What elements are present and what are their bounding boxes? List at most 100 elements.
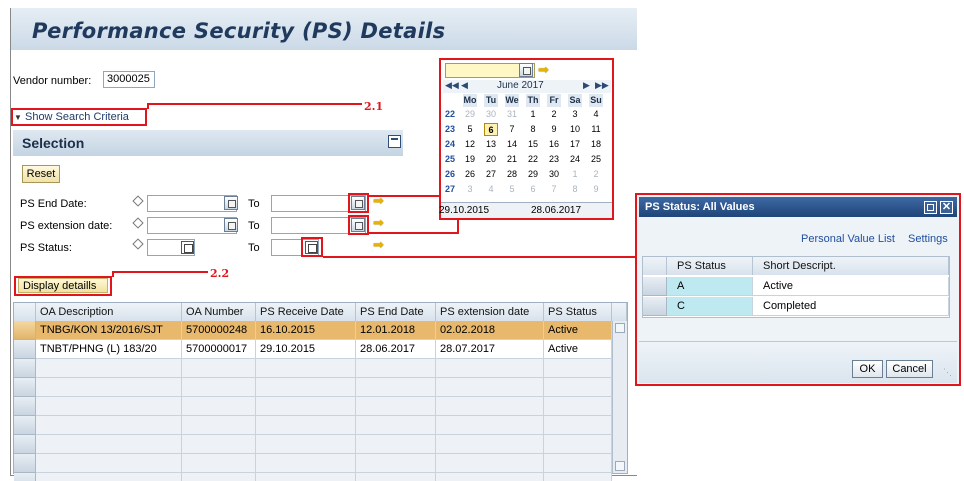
week-number[interactable]: 25 bbox=[443, 153, 457, 166]
week-number[interactable]: 23 bbox=[443, 123, 457, 136]
select-all-header[interactable] bbox=[14, 303, 36, 321]
calendar-day[interactable]: 29 bbox=[463, 108, 477, 121]
week-number[interactable]: 22 bbox=[443, 108, 457, 121]
column-header[interactable]: OA Description bbox=[36, 303, 182, 321]
calendar-day[interactable]: 1 bbox=[526, 108, 540, 121]
calendar-day[interactable]: 20 bbox=[484, 153, 498, 166]
calendar-day[interactable]: 4 bbox=[484, 183, 498, 196]
maximize-icon[interactable] bbox=[924, 201, 937, 214]
collapse-icon[interactable] bbox=[388, 135, 401, 148]
ok-button[interactable]: OK bbox=[852, 360, 883, 378]
multiple-selection-arrow-icon[interactable]: ➡ bbox=[373, 238, 384, 251]
select-all-header[interactable] bbox=[643, 257, 667, 275]
calendar-day[interactable]: 14 bbox=[505, 138, 519, 151]
calendar-day[interactable]: 15 bbox=[526, 138, 540, 151]
calendar-day[interactable]: 9 bbox=[547, 123, 561, 136]
row-selector[interactable] bbox=[643, 277, 667, 296]
calendar-day[interactable]: 3 bbox=[568, 108, 582, 121]
calendar-day[interactable]: 18 bbox=[589, 138, 603, 151]
row-selector[interactable] bbox=[14, 454, 36, 473]
calendar-day[interactable]: 31 bbox=[505, 108, 519, 121]
calendar-day[interactable]: 25 bbox=[589, 153, 603, 166]
week-number[interactable]: 24 bbox=[443, 138, 457, 151]
calendar-day[interactable]: 3 bbox=[463, 183, 477, 196]
column-header[interactable]: OA Number bbox=[182, 303, 256, 321]
close-icon[interactable]: ✕ bbox=[940, 201, 953, 214]
table-row[interactable] bbox=[14, 435, 612, 454]
table-row[interactable] bbox=[14, 378, 612, 397]
calendar-day[interactable]: 11 bbox=[589, 123, 603, 136]
calendar-day[interactable]: 6 bbox=[484, 123, 498, 136]
calendar-icon[interactable] bbox=[224, 218, 238, 232]
calendar-icon[interactable] bbox=[224, 196, 238, 210]
next-year-icon[interactable]: ▶▶ bbox=[595, 80, 609, 91]
resize-grip-icon[interactable]: ⋱ bbox=[943, 367, 952, 378]
calendar-day[interactable]: 23 bbox=[547, 153, 561, 166]
calendar-day[interactable]: 16 bbox=[547, 138, 561, 151]
calendar-day[interactable]: 19 bbox=[463, 153, 477, 166]
calendar-day[interactable]: 28 bbox=[505, 168, 519, 181]
row-selector[interactable] bbox=[14, 340, 36, 359]
row-selector[interactable] bbox=[14, 416, 36, 435]
vendor-number-field[interactable]: 3000025 bbox=[103, 71, 155, 88]
calendar-day[interactable]: 7 bbox=[547, 183, 561, 196]
calendar-day[interactable]: 30 bbox=[547, 168, 561, 181]
calendar-day[interactable]: 1 bbox=[568, 168, 582, 181]
row-selector[interactable] bbox=[14, 397, 36, 416]
calendar-icon[interactable] bbox=[519, 63, 533, 77]
calendar-day[interactable]: 2 bbox=[589, 168, 603, 181]
prev-year-icon[interactable]: ◀◀ bbox=[445, 80, 459, 91]
calendar-day[interactable]: 13 bbox=[484, 138, 498, 151]
calendar-day[interactable]: 24 bbox=[568, 153, 582, 166]
personal-value-list-link[interactable]: Personal Value List bbox=[801, 233, 895, 245]
week-number[interactable]: 27 bbox=[443, 183, 457, 196]
calendar-day[interactable]: 27 bbox=[484, 168, 498, 181]
row-selector[interactable] bbox=[14, 359, 36, 378]
column-header[interactable]: PS Status bbox=[667, 257, 753, 275]
table-row[interactable]: C Completed bbox=[643, 297, 949, 316]
row-selector[interactable] bbox=[14, 435, 36, 454]
calendar-day[interactable]: 2 bbox=[547, 108, 561, 121]
column-header[interactable]: PS Status bbox=[544, 303, 612, 321]
calendar-day[interactable]: 8 bbox=[568, 183, 582, 196]
table-row[interactable]: TNBT/PHNG (L) 183/20 5700000017 29.10.20… bbox=[14, 340, 612, 359]
table-row[interactable] bbox=[14, 359, 612, 378]
calendar-day[interactable]: 7 bbox=[505, 123, 519, 136]
table-row[interactable]: A Active bbox=[643, 277, 949, 296]
row-selector[interactable] bbox=[14, 321, 36, 340]
calendar-day[interactable]: 9 bbox=[589, 183, 603, 196]
calendar-day[interactable]: 22 bbox=[526, 153, 540, 166]
week-number[interactable]: 26 bbox=[443, 168, 457, 181]
calendar-day[interactable]: 21 bbox=[505, 153, 519, 166]
calendar-day[interactable]: 5 bbox=[505, 183, 519, 196]
vertical-scrollbar[interactable] bbox=[612, 321, 627, 473]
calendar-day[interactable]: 29 bbox=[526, 168, 540, 181]
cancel-button[interactable]: Cancel bbox=[886, 360, 933, 378]
column-header[interactable]: Short Descript. bbox=[753, 257, 949, 275]
row-selector[interactable] bbox=[14, 378, 36, 397]
calendar-day[interactable]: 6 bbox=[526, 183, 540, 196]
calendar-day[interactable]: 8 bbox=[526, 123, 540, 136]
table-row[interactable] bbox=[14, 454, 612, 473]
reset-button[interactable]: Reset bbox=[22, 165, 60, 183]
scroll-up-icon[interactable] bbox=[615, 323, 625, 333]
table-row[interactable] bbox=[14, 473, 612, 481]
calendar-day[interactable]: 12 bbox=[463, 138, 477, 151]
multiple-selection-arrow-icon[interactable]: ➡ bbox=[538, 63, 549, 76]
column-header[interactable]: PS extension date bbox=[436, 303, 544, 321]
calendar-day[interactable]: 17 bbox=[568, 138, 582, 151]
calendar-day[interactable]: 10 bbox=[568, 123, 582, 136]
row-selector[interactable] bbox=[14, 473, 36, 481]
multiple-selection-arrow-icon[interactable]: ➡ bbox=[373, 216, 384, 229]
calendar-day[interactable]: 4 bbox=[589, 108, 603, 121]
calendar-day[interactable]: 5 bbox=[463, 123, 477, 136]
column-header[interactable]: PS Receive Date bbox=[256, 303, 356, 321]
settings-link[interactable]: Settings bbox=[908, 233, 948, 245]
table-row[interactable] bbox=[14, 416, 612, 435]
table-row[interactable] bbox=[14, 397, 612, 416]
value-help-icon[interactable] bbox=[181, 241, 194, 254]
calendar-day[interactable]: 26 bbox=[463, 168, 477, 181]
row-selector[interactable] bbox=[643, 297, 667, 316]
column-header[interactable]: PS End Date bbox=[356, 303, 436, 321]
calendar-day[interactable]: 30 bbox=[484, 108, 498, 121]
